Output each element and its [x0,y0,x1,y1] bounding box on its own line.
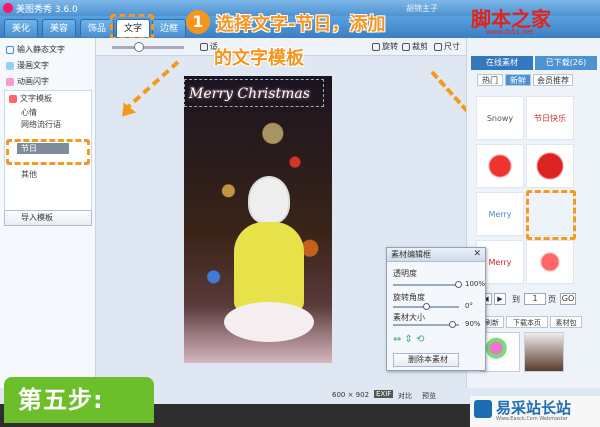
tab-beautify[interactable]: 美化 [4,19,38,37]
instruction-line-1: 选择文字-节日，添加 [216,14,386,35]
material-pack-button[interactable]: 素材包 [550,316,582,328]
opacity-slider[interactable] [393,281,462,288]
size-slider[interactable] [393,321,459,328]
sticker-gift[interactable] [526,144,574,188]
tab-accessories[interactable]: 饰品 [80,19,114,37]
opacity-label: 透明度 [393,269,417,278]
tree-item-internet-slang[interactable]: 网络流行语 [21,119,61,130]
tab-frame[interactable]: 边框 [152,19,186,37]
delete-material-button[interactable]: 删除本素材 [393,353,459,367]
rotate-icon [372,42,380,51]
subtab-vip[interactable]: 会员推荐 [533,74,573,86]
tree-header-label: 文字模板 [20,94,52,103]
instruction-line-2: 的文字模板 [214,48,304,69]
user-name[interactable]: 胡锦主子 [406,3,438,14]
rotate-knob[interactable] [423,303,430,310]
import-label: 导入模板 [21,213,53,222]
go-button[interactable]: GO [560,293,576,305]
opacity-knob[interactable] [455,281,462,288]
resize-icon [434,42,442,51]
tab-online-material[interactable]: 在线素材 [471,56,533,70]
subtab-new[interactable]: 新鲜 [505,74,531,86]
subtab-hot[interactable]: 热门 [477,74,503,86]
download-page-button[interactable]: 下载本页 [506,316,548,328]
sticker-christmas-red[interactable] [476,144,524,188]
next-page-icon[interactable]: ▶ [494,293,506,305]
crop-icon [402,42,410,51]
static-text-item[interactable]: 输入静态文字 [6,44,65,55]
site-logo: 易采站长站 Www.Easck.Com Webmaster [470,396,600,427]
tab-beauty[interactable]: 美容 [42,19,76,37]
rotate-label: 旋转 [382,42,398,51]
resize-button[interactable]: 尺寸 [434,41,460,52]
step-badge: 第五步: [4,377,154,423]
material-tabs: 在线素材 已下载(26) [471,56,597,70]
exif-badge[interactable]: EXIF [374,390,394,398]
logo-mark-icon [474,400,492,418]
flash-text-item[interactable]: 动画闪字 [6,76,49,87]
image-dimensions: 600 × 902 [332,391,370,399]
sticker-snowy[interactable]: Snowy Christmas! [476,96,524,140]
logo-sub: Www.Easck.Com Webmaster [496,416,568,422]
to-label: 到 [512,295,520,304]
heart-icon [9,94,17,103]
photo-canvas[interactable] [184,76,332,363]
sticker-highlight [526,190,576,240]
left-panel: 输入静态文字 漫画文字 动画闪字 文字模板 心情 网络流行语 节日 其他 导入模… [0,38,96,388]
text-icon [6,45,14,54]
watermark-url: www.jb51.net [486,28,534,36]
sticker-ornaments[interactable] [526,240,574,284]
holiday-highlight [6,139,90,165]
preview-button[interactable]: 预览 [422,391,436,401]
resize-label: 尺寸 [444,42,460,51]
step-number-badge: 1 [186,10,210,34]
material-thumb-2[interactable] [524,332,564,372]
rotate-value: 0° [465,302,473,310]
zoom-knob[interactable] [134,42,144,52]
girl-body [234,222,304,312]
static-text-label: 输入静态文字 [17,45,65,54]
close-icon[interactable]: ✕ [473,249,481,259]
tree-header[interactable]: 文字模板 [9,93,52,104]
page-suffix: 页 [548,295,556,304]
crop-button[interactable]: 裁剪 [402,41,428,52]
compare-button[interactable]: 对比 [398,391,412,401]
comic-icon [6,61,14,70]
rotate-button[interactable]: 旋转 [372,41,398,52]
text-tab-highlight [110,14,154,40]
size-knob[interactable] [449,321,456,328]
rotate-slider[interactable] [393,303,459,310]
tab-downloaded[interactable]: 已下载(26) [535,56,597,70]
girl-hood [248,176,290,224]
dialog-title: 素材编辑框 [387,248,485,262]
material-thumb-1[interactable] [480,332,520,372]
merry-christmas-text[interactable]: Merry Christmas [184,79,324,107]
page-input[interactable]: 1 [524,293,546,305]
flip-icons[interactable]: ⇔ ⇕ ⟲ [393,334,425,345]
tree-item-mood[interactable]: 心情 [21,107,37,118]
sticker-festival[interactable]: 节日快乐 [526,96,574,140]
comic-text-item[interactable]: 漫画文字 [6,60,49,71]
tree-item-other[interactable]: 其他 [21,169,37,180]
flash-text-label: 动画闪字 [17,77,49,86]
opacity-value: 100% [465,280,486,288]
rotate-label-d: 旋转角度 [393,293,425,302]
import-template-button[interactable]: 导入模板 [4,210,92,226]
pager: ◀ ▶ 到 1 页 GO [480,293,600,307]
size-value: 90% [465,320,481,328]
app-title: 美图秀秀 3.6.0 [16,5,78,15]
flash-icon [6,77,14,86]
comic-text-label: 漫画文字 [17,61,49,70]
crop-label: 裁剪 [412,42,428,51]
sticker-blue-merry[interactable]: Merry Christmas [476,192,524,236]
material-editor-dialog: 素材编辑框 ✕ 透明度 100% 旋转角度 0° 素材大小 90% ⇔ ⇕ ⟲ … [386,247,486,371]
size-label: 素材大小 [393,313,425,322]
girl-skirt [224,302,314,342]
logo-name: 易采站长站 [496,399,572,417]
app-logo-icon [3,3,13,13]
fit-icon [200,42,208,51]
zoom-slider[interactable] [112,46,184,49]
arrow-left-line [123,60,180,112]
